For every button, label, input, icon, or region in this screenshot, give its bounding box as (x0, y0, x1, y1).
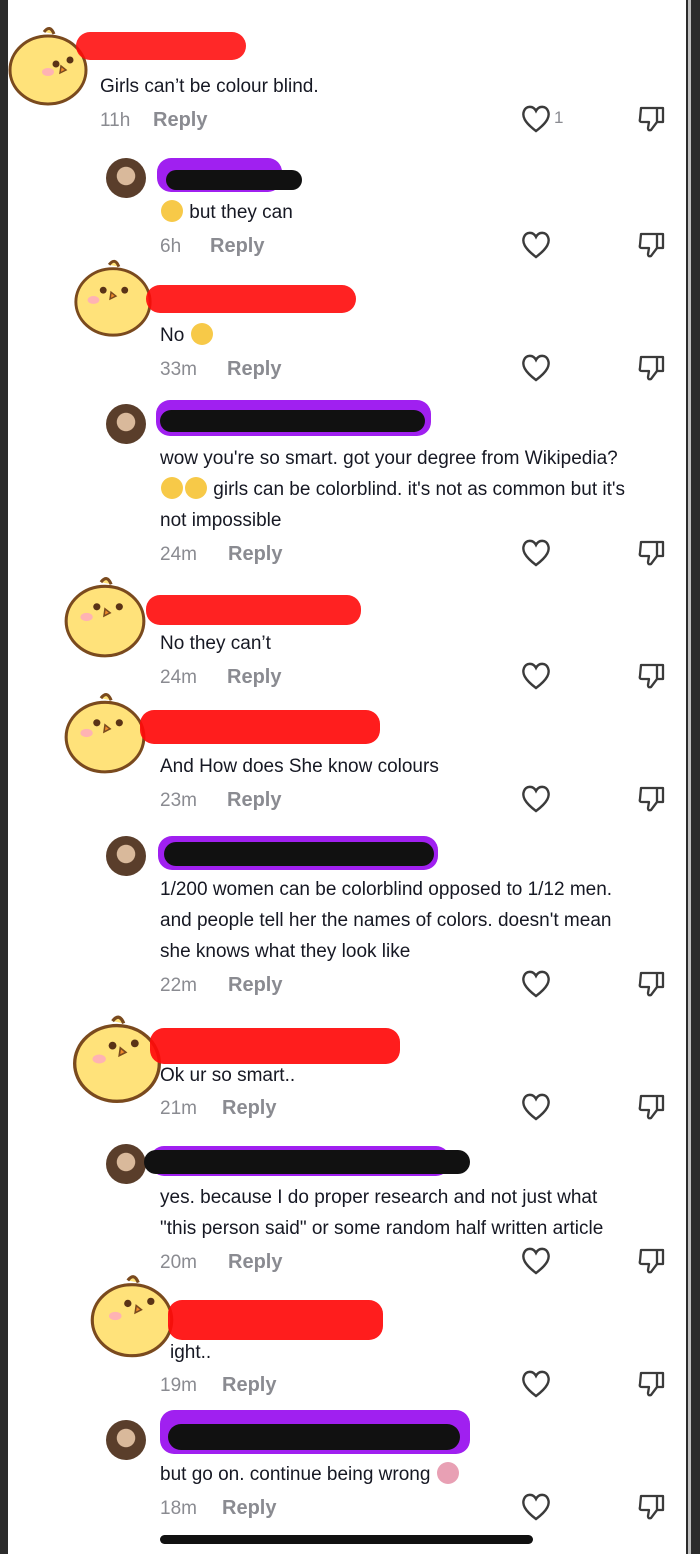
dislike-icon[interactable] (638, 661, 666, 691)
reply-button[interactable]: Reply (228, 974, 282, 997)
heart-icon[interactable] (520, 353, 552, 383)
reply-button[interactable]: Reply (153, 109, 207, 132)
reply-button[interactable]: Reply (228, 543, 282, 566)
heart-icon[interactable] (520, 969, 552, 999)
screenshot-left-border (0, 0, 8, 1554)
chick-avatar-icon[interactable] (70, 255, 156, 341)
comment-timestamp: 18m (160, 1498, 197, 1519)
dislike-icon[interactable] (638, 784, 666, 814)
sunglasses-emoji-icon (190, 323, 213, 345)
reply-button[interactable]: Reply (227, 666, 281, 689)
comment-timestamp: 19m (160, 1375, 197, 1396)
chick-avatar-icon[interactable] (86, 1270, 178, 1362)
dislike-icon[interactable] (638, 353, 666, 383)
heart-icon[interactable] (520, 661, 552, 691)
screenshot-right-border (686, 0, 700, 1554)
dislike-icon[interactable] (638, 1246, 666, 1276)
comment-text-line: wow you're so smart. got your degree fro… (160, 448, 618, 469)
reply-button[interactable]: Reply (222, 1497, 276, 1520)
user-photo-avatar[interactable] (106, 1420, 146, 1460)
comment-text: but go on. continue being wrong (160, 1459, 460, 1490)
reply-button[interactable]: Reply (222, 1374, 276, 1397)
heart-icon[interactable] (520, 1246, 552, 1276)
chick-avatar-icon[interactable] (4, 22, 92, 110)
comment-text-line: girls can be colorblind. it's not as com… (160, 474, 625, 505)
reply-button[interactable]: Reply (227, 358, 281, 381)
chick-avatar-icon[interactable] (60, 688, 150, 778)
comment-text: Ok ur so smart.. (160, 1065, 296, 1086)
chick-avatar-icon[interactable] (60, 572, 150, 662)
comment-timestamp: 22m (160, 975, 197, 996)
comment-timestamp: 24m (160, 667, 197, 688)
dislike-icon[interactable] (638, 1369, 666, 1399)
reply-button[interactable]: Reply (210, 235, 264, 258)
dislike-icon[interactable] (638, 538, 666, 568)
comment-text: And How does She know colours (160, 756, 439, 777)
dislike-icon[interactable] (638, 969, 666, 999)
comment-text: No they can’t (160, 633, 271, 654)
laughing-emoji-icon (185, 477, 207, 499)
comment-timestamp: 21m (160, 1098, 197, 1119)
comment-text: Girls can’t be colour blind. (100, 76, 319, 97)
heart-icon[interactable] (520, 1492, 552, 1522)
shrug-emoji-icon (436, 1462, 459, 1484)
like-count: 1 (554, 108, 564, 127)
comment-timestamp: 23m (160, 790, 197, 811)
redacted-username (140, 710, 380, 744)
redacted-username (168, 1300, 383, 1340)
heart-icon[interactable] (520, 1369, 552, 1399)
redacted-username (164, 842, 434, 866)
redacted-username (166, 170, 302, 190)
heart-icon[interactable] (520, 104, 552, 134)
laughing-emoji-icon (161, 477, 183, 499)
redacted-username (150, 1028, 400, 1064)
comment-text: No (160, 320, 214, 351)
reply-button[interactable]: Reply (222, 1097, 276, 1120)
redacted-username (146, 285, 356, 313)
redacted-username (76, 32, 246, 60)
comment-text-line: and people tell her the names of colors.… (160, 910, 612, 931)
comment-text-line: 1/200 women can be colorblind opposed to… (160, 879, 613, 900)
reply-button[interactable]: Reply (228, 1251, 282, 1274)
comment-text-line: she knows what they look like (160, 941, 411, 962)
heart-icon[interactable] (520, 1092, 552, 1122)
user-photo-avatar[interactable] (106, 404, 146, 444)
user-photo-avatar[interactable] (106, 836, 146, 876)
reply-button[interactable]: Reply (227, 789, 281, 812)
dislike-icon[interactable] (638, 104, 666, 134)
comment-timestamp: 24m (160, 544, 197, 565)
redacted-username (144, 1150, 470, 1174)
comment-text: but they can (160, 197, 293, 228)
heart-icon[interactable] (520, 230, 552, 260)
comment-text-line: not impossible (160, 510, 282, 531)
redacted-username (168, 1424, 460, 1450)
dislike-icon[interactable] (638, 1492, 666, 1522)
home-indicator[interactable] (160, 1535, 533, 1544)
user-photo-avatar[interactable] (106, 158, 146, 198)
comment-text-line: "this person said" or some random half w… (160, 1218, 604, 1239)
scream-emoji-icon (161, 200, 183, 222)
redacted-username (160, 410, 425, 432)
dislike-icon[interactable] (638, 1092, 666, 1122)
comment-timestamp: 6h (160, 236, 182, 257)
comment-text: ight.. (170, 1342, 212, 1363)
comment-timestamp: 33m (160, 359, 197, 380)
dislike-icon[interactable] (638, 230, 666, 260)
heart-icon[interactable] (520, 538, 552, 568)
heart-icon[interactable] (520, 784, 552, 814)
user-photo-avatar[interactable] (106, 1144, 146, 1184)
redacted-username (146, 595, 361, 625)
chick-avatar-icon[interactable] (68, 1010, 166, 1108)
comment-timestamp: 11h (100, 110, 131, 131)
comment-text-line: yes. because I do proper research and no… (160, 1187, 598, 1208)
